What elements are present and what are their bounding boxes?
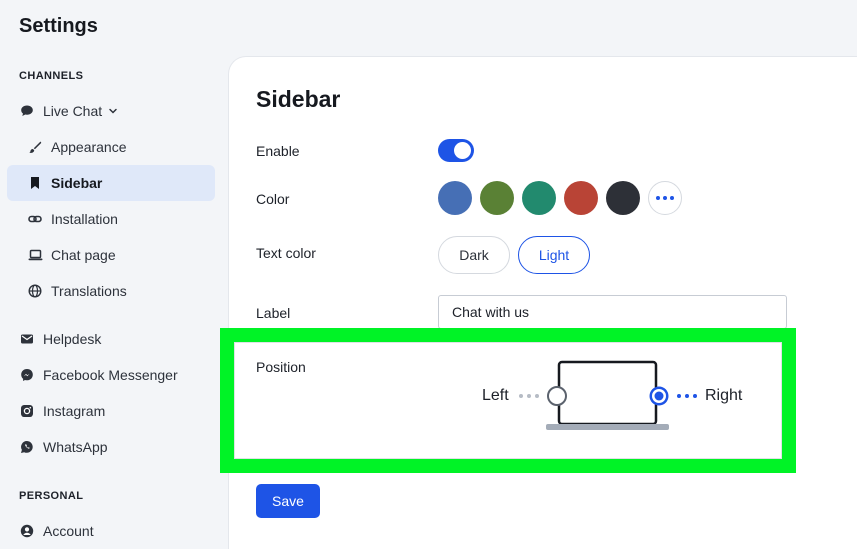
bookmark-icon bbox=[27, 175, 43, 191]
sidebar-item-instagram[interactable]: Instagram bbox=[0, 393, 105, 429]
sidebar-item-label: Helpdesk bbox=[43, 331, 102, 347]
color-label: Color bbox=[256, 191, 290, 207]
sidebar-item-translations[interactable]: Translations bbox=[7, 273, 215, 309]
toggle-knob bbox=[454, 142, 471, 159]
channels-heading: CHANNELS bbox=[19, 70, 84, 82]
page-title: Sidebar bbox=[256, 86, 341, 112]
position-right-radio[interactable] bbox=[648, 385, 670, 407]
color-swatch-green[interactable] bbox=[480, 181, 514, 215]
sidebar-item-label: Sidebar bbox=[51, 175, 103, 191]
sidebar-item-label: Account bbox=[43, 523, 94, 539]
chevron-down-icon bbox=[108, 106, 118, 116]
sidebar-item-label: Installation bbox=[51, 211, 118, 227]
enable-toggle[interactable] bbox=[438, 139, 474, 162]
sidebar-item-label: Chat page bbox=[51, 247, 116, 263]
color-swatch-teal[interactable] bbox=[522, 181, 556, 215]
position-left-label: Left bbox=[482, 387, 509, 404]
brush-icon bbox=[27, 139, 43, 155]
color-swatch-blue[interactable] bbox=[438, 181, 472, 215]
position-left-radio[interactable] bbox=[546, 385, 568, 407]
sidebar-item-installation[interactable]: Installation bbox=[7, 201, 215, 237]
user-circle-icon bbox=[19, 523, 35, 539]
sidebar-item-appearance[interactable]: Appearance bbox=[7, 129, 215, 165]
sidebar-item-label: Facebook Messenger bbox=[43, 367, 178, 383]
messenger-icon bbox=[19, 367, 35, 383]
sidebar-item-label: Appearance bbox=[51, 139, 127, 155]
sidebar-item-whatsapp[interactable]: WhatsApp bbox=[0, 429, 108, 465]
dot bbox=[663, 196, 667, 200]
sidebar-item-facebook-messenger[interactable]: Facebook Messenger bbox=[0, 357, 178, 393]
app-title: Settings bbox=[19, 15, 98, 37]
text-color-label: Text color bbox=[256, 245, 316, 261]
enable-label: Enable bbox=[256, 143, 300, 159]
color-swatch-charcoal[interactable] bbox=[606, 181, 640, 215]
dot bbox=[656, 196, 660, 200]
sidebar-item-label: Translations bbox=[51, 283, 127, 299]
save-button[interactable]: Save bbox=[256, 484, 320, 518]
more-colors-button[interactable] bbox=[648, 181, 682, 215]
position-right-label: Right bbox=[705, 387, 743, 404]
chat-bubble-icon bbox=[19, 103, 35, 119]
sidebar-item-label: Instagram bbox=[43, 403, 106, 419]
sidebar-item-sidebar[interactable]: Sidebar bbox=[7, 165, 215, 201]
whatsapp-icon bbox=[19, 439, 35, 455]
link-icon bbox=[27, 211, 43, 227]
sidebar-item-live-chat[interactable]: Live Chat bbox=[0, 93, 118, 129]
color-swatch-red[interactable] bbox=[564, 181, 598, 215]
personal-heading: PERSONAL bbox=[19, 490, 84, 502]
label-input[interactable] bbox=[438, 295, 787, 329]
dot bbox=[670, 196, 674, 200]
globe-icon bbox=[27, 283, 43, 299]
sidebar-item-account[interactable]: Account bbox=[0, 513, 94, 549]
sidebar-item-label: WhatsApp bbox=[43, 439, 108, 455]
text-color-dark-option[interactable]: Dark bbox=[438, 236, 510, 274]
position-label: Position bbox=[256, 359, 306, 375]
sidebar-item-label: Live Chat bbox=[43, 103, 103, 119]
mail-icon bbox=[19, 331, 35, 347]
laptop-icon bbox=[27, 247, 43, 263]
instagram-icon bbox=[19, 403, 35, 419]
label-field-label: Label bbox=[256, 305, 291, 321]
sidebar-item-helpdesk[interactable]: Helpdesk bbox=[0, 321, 101, 357]
text-color-light-option[interactable]: Light bbox=[518, 236, 590, 274]
sidebar-item-chat-page[interactable]: Chat page bbox=[7, 237, 215, 273]
